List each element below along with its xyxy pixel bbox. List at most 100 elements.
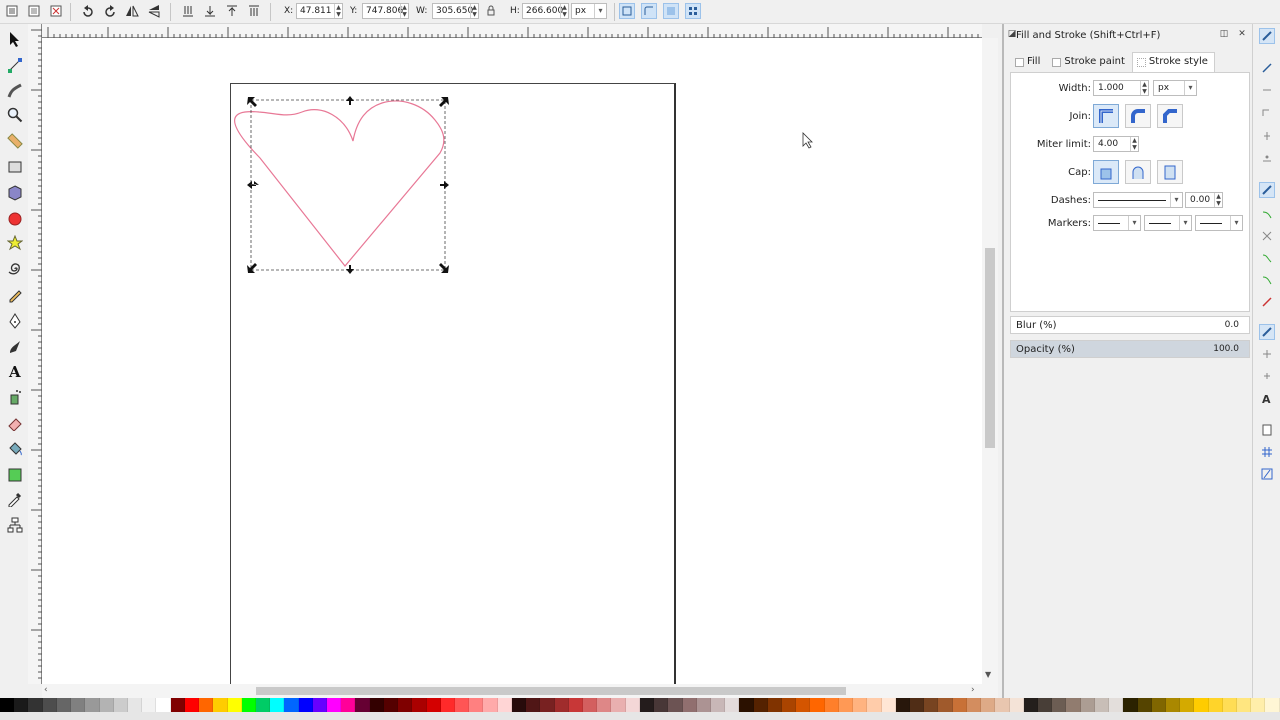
- palette-swatch[interactable]: [1180, 698, 1195, 712]
- palette-swatch[interactable]: [1165, 698, 1181, 712]
- palette-swatch[interactable]: [170, 698, 185, 712]
- scale-corners-icon[interactable]: [641, 3, 657, 19]
- snap-intersection-icon[interactable]: [1259, 228, 1275, 244]
- horizontal-scroll-thumb[interactable]: [256, 687, 846, 695]
- unit-select[interactable]: px ▾: [571, 3, 607, 19]
- calligraphy-tool-icon[interactable]: [4, 336, 25, 357]
- lock-icon[interactable]: [483, 3, 499, 19]
- snap-grid-icon[interactable]: [1259, 444, 1275, 460]
- w-spin-arrows[interactable]: ▲ ▼: [470, 4, 478, 18]
- palette-swatch[interactable]: [1023, 698, 1038, 712]
- raise-icon[interactable]: [224, 3, 240, 19]
- palette-swatch[interactable]: [511, 698, 527, 712]
- h-field[interactable]: 266.600 ▲ ▼: [522, 3, 569, 19]
- spray-tool-icon[interactable]: [4, 386, 25, 407]
- palette-swatch[interactable]: [127, 698, 143, 712]
- flip-vertical-icon[interactable]: [146, 3, 162, 19]
- palette-swatch[interactable]: [312, 698, 328, 712]
- snap-text-baseline-icon[interactable]: A: [1259, 390, 1275, 406]
- start-marker-select[interactable]: ▾: [1093, 215, 1141, 231]
- blur-slider[interactable]: Blur (%) 0.0: [1010, 316, 1250, 334]
- snap-others-icon[interactable]: [1259, 324, 1275, 340]
- palette-swatch[interactable]: [853, 698, 868, 712]
- palette-swatch[interactable]: [654, 698, 669, 712]
- width-unit-select[interactable]: px ▾: [1153, 80, 1197, 96]
- palette-swatch[interactable]: [639, 698, 655, 712]
- palette-swatch[interactable]: [725, 698, 740, 712]
- palette-swatch[interactable]: [71, 698, 86, 712]
- miter-limit-field[interactable]: 4.00 ▲ ▼: [1093, 136, 1139, 152]
- x-spin-arrows[interactable]: ▲ ▼: [334, 4, 342, 18]
- palette-swatch[interactable]: [383, 698, 399, 712]
- snap-smooth-icon[interactable]: [1259, 272, 1275, 288]
- palette-swatch[interactable]: [497, 698, 512, 712]
- star-tool-icon[interactable]: [4, 232, 25, 253]
- palette-swatch[interactable]: [995, 698, 1010, 712]
- rotate-cw-icon[interactable]: [102, 3, 118, 19]
- heart-path[interactable]: [42, 38, 982, 684]
- snap-line-mid-icon[interactable]: [1259, 294, 1275, 310]
- palette-swatch[interactable]: [881, 698, 896, 712]
- palette-swatch[interactable]: [1194, 698, 1209, 712]
- snap-enable-icon[interactable]: [1259, 28, 1275, 44]
- palette-swatch[interactable]: [597, 698, 612, 712]
- tab-stroke-paint[interactable]: Stroke paint: [1047, 52, 1132, 72]
- move-patterns-icon[interactable]: [685, 3, 701, 19]
- pen-tool-icon[interactable]: [4, 310, 25, 331]
- rotate-ccw-icon[interactable]: [80, 3, 96, 19]
- palette-swatch[interactable]: [241, 698, 256, 712]
- h-spin-arrows[interactable]: ▲ ▼: [560, 4, 568, 18]
- snap-cusp-icon[interactable]: [1259, 250, 1275, 266]
- palette-swatch[interactable]: [966, 698, 982, 712]
- tab-stroke-style[interactable]: Stroke style: [1131, 52, 1215, 72]
- palette-swatch[interactable]: [270, 698, 285, 712]
- palette-swatch[interactable]: [341, 698, 356, 712]
- palette-swatch[interactable]: [469, 698, 484, 712]
- round-cap-button[interactable]: [1125, 160, 1151, 184]
- 3d-box-tool-icon[interactable]: [4, 182, 25, 203]
- lower-icon[interactable]: [202, 3, 218, 19]
- palette-swatch[interactable]: [298, 698, 313, 712]
- vertical-scroll-thumb[interactable]: [985, 248, 995, 448]
- snap-nodes-icon[interactable]: [1259, 182, 1275, 198]
- palette-swatch[interactable]: [540, 698, 555, 712]
- palette-swatch[interactable]: [85, 698, 100, 712]
- palette-swatch[interactable]: [668, 698, 683, 712]
- dash-offset-spin-arrows[interactable]: ▲ ▼: [1214, 193, 1222, 207]
- butt-cap-button[interactable]: [1093, 160, 1119, 184]
- palette-swatch[interactable]: [455, 698, 470, 712]
- ellipse-tool-icon[interactable]: [4, 208, 25, 229]
- palette-swatch[interactable]: [1066, 698, 1081, 712]
- palette-swatch[interactable]: [526, 698, 541, 712]
- palette-swatch[interactable]: [1251, 698, 1266, 712]
- snap-guide-icon[interactable]: [1259, 466, 1275, 482]
- palette-swatch[interactable]: [99, 698, 114, 712]
- palette-swatch[interactable]: [355, 698, 370, 712]
- width-field[interactable]: 1.000 ▲ ▼: [1093, 80, 1149, 96]
- palette-swatch[interactable]: [184, 698, 200, 712]
- palette-swatch[interactable]: [1265, 698, 1280, 712]
- bevel-join-button[interactable]: [1157, 104, 1183, 128]
- palette-swatch[interactable]: [682, 698, 697, 712]
- palette-swatch[interactable]: [327, 698, 342, 712]
- palette-swatch[interactable]: [1237, 698, 1252, 712]
- palette-swatch[interactable]: [796, 698, 811, 712]
- palette-swatch[interactable]: [255, 698, 271, 712]
- palette-swatch[interactable]: [696, 698, 711, 712]
- palette-swatch[interactable]: [867, 698, 882, 712]
- move-gradients-icon[interactable]: [663, 3, 679, 19]
- palette-swatch[interactable]: [710, 698, 726, 712]
- palette-swatch[interactable]: [42, 698, 57, 712]
- palette-swatch[interactable]: [227, 698, 242, 712]
- node-tool-icon[interactable]: [4, 54, 25, 75]
- palette-swatch[interactable]: [0, 698, 15, 712]
- snap-object-center-icon[interactable]: [1259, 346, 1275, 362]
- palette-swatch[interactable]: [824, 698, 839, 712]
- scroll-down-icon[interactable]: ▼: [985, 670, 991, 679]
- palette-swatch[interactable]: [554, 698, 569, 712]
- palette-swatch[interactable]: [1037, 698, 1053, 712]
- spiral-tool-icon[interactable]: [4, 258, 25, 279]
- palette-swatch[interactable]: [753, 698, 768, 712]
- palette-swatch[interactable]: [426, 698, 441, 712]
- palette-swatch[interactable]: [910, 698, 925, 712]
